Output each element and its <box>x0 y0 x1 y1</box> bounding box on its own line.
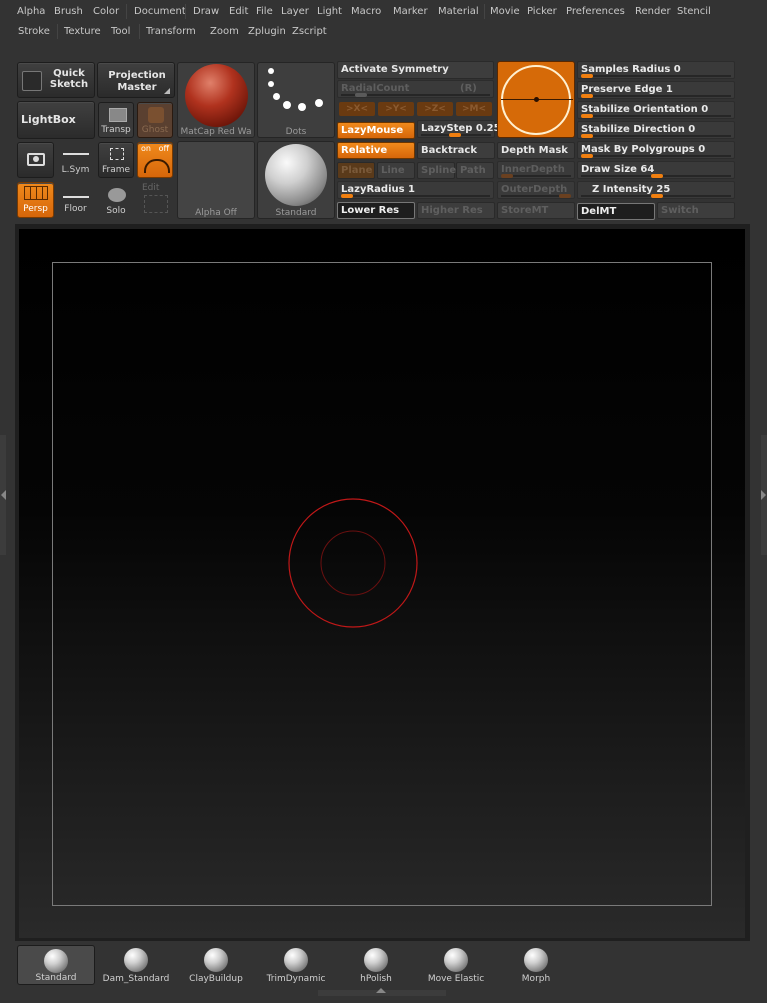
brush-label: TrimDynamic <box>266 974 326 984</box>
brush-sphere-icon <box>524 948 548 972</box>
brush-sphere-icon <box>284 948 308 972</box>
brush-label: Move Elastic <box>427 974 485 984</box>
draw-size-ring <box>288 498 418 628</box>
brush-morph[interactable]: Morph <box>497 945 575 985</box>
brush-claybuildup[interactable]: ClayBuildup <box>177 945 255 985</box>
brush-sphere-icon <box>124 948 148 972</box>
brush-label: Standard <box>35 973 77 983</box>
brush-label: hPolish <box>360 974 392 984</box>
brush-standard[interactable]: Standard <box>17 945 95 985</box>
brush-dam-standard[interactable]: Dam_Standard <box>97 945 175 985</box>
brush-sphere-icon <box>204 948 228 972</box>
brush-hpolish[interactable]: hPolish <box>337 945 415 985</box>
focal-ring <box>320 530 386 596</box>
brush-move-elastic[interactable]: Move Elastic <box>417 945 495 985</box>
brush-sphere-icon <box>444 948 468 972</box>
brush-sphere-icon <box>364 948 388 972</box>
brush-trimdynamic[interactable]: TrimDynamic <box>257 945 335 985</box>
brush-label: ClayBuildup <box>189 974 243 984</box>
brush-label: Dam_Standard <box>102 974 170 984</box>
brush-label: Morph <box>521 974 551 984</box>
brush-cursor <box>288 498 418 628</box>
brush-sphere-icon <box>44 949 68 973</box>
expand-bottom-icon <box>376 988 386 993</box>
bottom-tray-handle[interactable] <box>318 988 446 996</box>
